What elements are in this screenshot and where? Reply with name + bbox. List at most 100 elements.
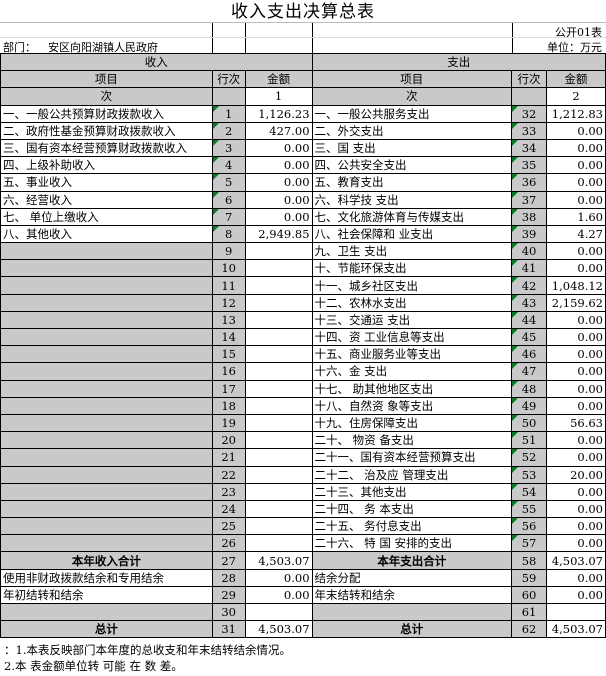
income-seq: 19 (211, 413, 246, 433)
income-amount (244, 345, 313, 364)
grand-right-label: 总计 (311, 620, 513, 639)
income-amount (244, 534, 313, 553)
extra-right-label: 年末结转和结余 (311, 585, 513, 605)
table-row: 15 十五、商业服务业等支出 46 0.00 (0, 345, 606, 364)
table-row: 六、经营收入 6 0.00 六、科学技 支出 37 0.00 (0, 190, 606, 209)
income-amount: 0.00 (244, 156, 313, 175)
income-seq: 17 (211, 379, 246, 398)
header-mid-rule (0, 37, 606, 38)
grand-right-seq: 62 (511, 620, 547, 639)
grand-right-amount: 4,503.07 (546, 620, 606, 639)
expense-seq: 56 (511, 517, 547, 536)
income-label (0, 259, 213, 278)
expense-label: 二十三、其他支出 (311, 482, 513, 501)
table-row: 八、其他收入 8 2,949.85 八、社会保障和 业支出 39 4.27 (0, 224, 606, 244)
grand-left-amount: 4,503.07 (244, 620, 313, 639)
income-label (0, 482, 213, 501)
income-amount: 1,126.23 (244, 104, 313, 123)
income-seq: 20 (211, 431, 246, 450)
expense-amount: 0.00 (546, 517, 606, 536)
extra-left-label: 使用非财政拨款结余和专用结余 (0, 568, 213, 587)
income-sub-blank (211, 87, 246, 106)
income-amount (244, 327, 313, 347)
income-amount: 427.00 (244, 121, 313, 140)
income-amount: 0.00 (244, 138, 313, 158)
expense-amount: 0.00 (546, 156, 606, 175)
expense-amount: 0.00 (546, 362, 606, 381)
table-row: 23 二十三、其他支出 54 0.00 (0, 482, 606, 501)
expense-total-seq: 58 (511, 551, 547, 570)
expense-amount: 0.00 (546, 327, 606, 347)
expense-amount: 0.00 (546, 379, 606, 398)
income-label: 五、事业收入 (0, 173, 213, 192)
expense-seq: 51 (511, 431, 547, 450)
expense-amount: 0.00 (546, 173, 606, 192)
table-row: 16 十六、金 支出 47 0.00 (0, 362, 606, 381)
expense-amount: 0.00 (546, 534, 606, 553)
expense-amount: 0.00 (546, 242, 606, 261)
expense-seq: 46 (511, 345, 547, 364)
income-seq: 2 (211, 121, 246, 140)
table-row: 年初结转和结余 29 0.00 年末结转和结余 60 0.00 (0, 585, 606, 605)
expense-amount: 0.00 (546, 121, 606, 140)
expense-amount: 2,159.62 (546, 293, 606, 312)
extra-right-label (311, 602, 513, 622)
expense-label: 十四、资 工业信息等支出 (311, 327, 513, 347)
extra-left-seq: 30 (211, 602, 246, 622)
table-row: 五、事业收入 5 0.00 五、教育支出 36 0.00 (0, 173, 606, 192)
expense-amount: 56.63 (546, 413, 606, 433)
income-seq: 23 (211, 482, 246, 501)
form-number: 公开01表 (555, 26, 602, 39)
expense-amount: 0.00 (546, 259, 606, 278)
total-row: 本年收入合计 27 4,503.07 本年支出合计 58 4,503.07 (0, 551, 606, 570)
expense-label: 十五、商业服务业等支出 (311, 345, 513, 364)
expense-seq: 47 (511, 362, 547, 381)
table-row: 11 十一、城乡社区支出 42 1,048.12 (0, 276, 606, 295)
income-label (0, 242, 213, 261)
extra-right-amount: 0.00 (546, 568, 606, 587)
extra-left-amount (244, 602, 313, 622)
income-seq: 7 (211, 207, 246, 226)
income-label (0, 465, 213, 484)
income-seq: 10 (211, 259, 246, 278)
expense-seq: 53 (511, 465, 547, 484)
income-amount: 2,949.85 (244, 224, 313, 244)
table-row: 30 61 (0, 602, 606, 622)
grand-left-label: 总计 (0, 620, 213, 639)
expense-seq: 36 (511, 173, 547, 192)
income-label (0, 499, 213, 519)
report-title: 收入支出决算总表 (231, 2, 375, 22)
expense-sub-2: 2 (546, 87, 606, 106)
income-seq: 8 (211, 224, 246, 244)
grand-left-seq: 31 (211, 620, 246, 639)
extra-right-seq: 60 (511, 585, 547, 605)
income-label (0, 396, 213, 415)
table-row: 13 十三、交通运 支出 44 0.00 (0, 310, 606, 330)
income-amount (244, 431, 313, 450)
income-seq: 25 (211, 517, 246, 536)
income-label: 一、一般公共预算财政拨款收入 (0, 104, 213, 123)
income-seq: 13 (211, 310, 246, 330)
income-amount (244, 465, 313, 484)
income-sub-1: 1 (244, 87, 313, 106)
expense-label: 六、科学技 支出 (311, 190, 513, 209)
income-label: 六、经营收入 (0, 190, 213, 209)
extra-right-seq: 59 (511, 568, 547, 587)
income-seq: 16 (211, 362, 246, 381)
income-item-col: 项目 (0, 70, 213, 89)
expense-label: 二十六、 特 国 安排的支出 (311, 534, 513, 553)
expense-seq: 39 (511, 224, 547, 244)
income-label (0, 448, 213, 467)
expense-amount: 0.00 (546, 431, 606, 450)
table-row: 四、上级补助收入 4 0.00 四、公共安全支出 35 0.00 (0, 156, 606, 175)
table-row: 20 二十、 物资 备支出 51 0.00 (0, 431, 606, 450)
expense-seq: 38 (511, 207, 547, 226)
expense-amount: 0.00 (546, 499, 606, 519)
expense-amount: 0.00 (546, 310, 606, 330)
income-label (0, 517, 213, 536)
table-row: 21 二十一、国有资本经营预算支出 52 0.00 (0, 448, 606, 467)
income-seq: 22 (211, 465, 246, 484)
expense-amount: 0.00 (546, 448, 606, 467)
expense-seq: 55 (511, 499, 547, 519)
expense-sub-ci: 次 (311, 87, 513, 106)
